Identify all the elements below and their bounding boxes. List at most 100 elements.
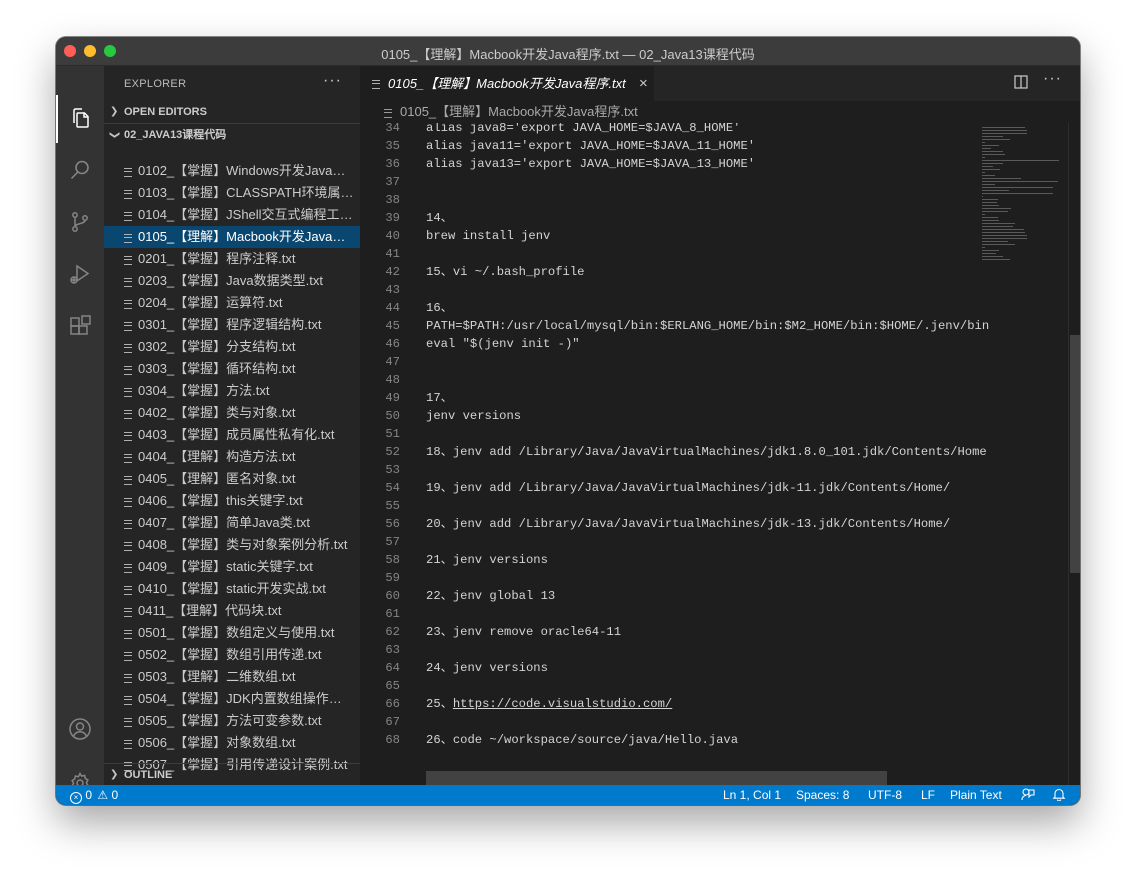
breadcrumb[interactable]: 0105_【理解】Macbook开发Java程序.txt xyxy=(360,101,1080,123)
split-editor-icon[interactable] xyxy=(1014,75,1028,89)
code-line: 68 26、code ~/workspace/source/java/Hello.… xyxy=(360,731,980,749)
code-line: 64 24、jenv versions xyxy=(360,659,980,677)
file-item[interactable]: 0304_【掌握】方法.txt xyxy=(104,380,360,402)
file-item[interactable]: 0405_【理解】匿名对象.txt xyxy=(104,468,360,490)
file-item[interactable]: 0506_【掌握】对象数组.txt xyxy=(104,732,360,754)
line-number: 43 xyxy=(385,283,400,297)
minimap[interactable] xyxy=(980,123,1068,273)
file-item[interactable]: 0102_【掌握】Windows开发Java程序.txt xyxy=(104,160,360,182)
indentation[interactable]: Spaces: 8 xyxy=(796,785,849,805)
file-item[interactable]: 0409_【掌握】static关键字.txt xyxy=(104,556,360,578)
file-item[interactable]: 0503_【理解】二维数组.txt xyxy=(104,666,360,688)
vertical-scrollbar-thumb[interactable] xyxy=(1070,335,1080,573)
status-bar: × 0 ⚠ 0 Ln 1, Col 1 Spaces: 8 UTF-8 LF P… xyxy=(56,785,1080,805)
active-view-indicator xyxy=(56,95,58,143)
open-editors-section[interactable]: ❯ OPEN EDITORS xyxy=(104,101,360,123)
line-text: 17、 xyxy=(426,389,453,407)
language-mode[interactable]: Plain Text xyxy=(950,785,1002,805)
file-item[interactable]: 0103_【掌握】CLASSPATH环境属性.txt xyxy=(104,182,360,204)
line-content: 26、code ~/workspace/source/java/Hello.ja… xyxy=(426,733,739,747)
code-line: 37 xyxy=(360,173,980,191)
horizontal-scrollbar-thumb[interactable] xyxy=(426,771,887,785)
code-line: 44 16、 xyxy=(360,299,980,317)
sidebar-more-actions-icon[interactable]: ··· xyxy=(323,72,342,90)
extensions-icon[interactable] xyxy=(68,314,92,338)
search-icon[interactable] xyxy=(68,158,92,182)
file-item[interactable]: 0302_【掌握】分支结构.txt xyxy=(104,336,360,358)
file-item[interactable]: 0303_【掌握】循环结构.txt xyxy=(104,358,360,380)
folder-section[interactable]: ❯ 02_JAVA13课程代码 xyxy=(104,123,360,145)
file-item[interactable]: 0204_【掌握】运算符.txt xyxy=(104,292,360,314)
line-number: 61 xyxy=(385,607,400,621)
file-item[interactable]: 0504_【掌握】JDK内置数组操作方法.txt xyxy=(104,688,360,710)
file-item-label: 0408_【掌握】类与对象案例分析.txt xyxy=(138,537,348,552)
problems-indicator[interactable]: × 0 ⚠ 0 xyxy=(70,785,118,805)
file-item-label: 0201_【掌握】程序注释.txt xyxy=(138,251,296,266)
file-item[interactable]: 0105_【理解】Macbook开发Java程序.txt xyxy=(104,226,360,248)
code-line: 42 15、vi ~/.bash_profile xyxy=(360,263,980,281)
file-item-label: 0203_【掌握】Java数据类型.txt xyxy=(138,273,323,288)
line-number: 59 xyxy=(385,571,400,585)
file-item[interactable]: 0502_【掌握】数组引用传递.txt xyxy=(104,644,360,666)
line-number: 38 xyxy=(385,193,400,207)
outline-section[interactable]: ❯ OUTLINE xyxy=(104,763,360,785)
file-item[interactable]: 0201_【掌握】程序注释.txt xyxy=(104,248,360,270)
warning-icon: ⚠ xyxy=(97,788,109,802)
minimap-stroke xyxy=(982,175,995,176)
end-of-line[interactable]: LF xyxy=(921,785,935,805)
text-file-icon xyxy=(124,168,132,177)
file-item[interactable]: 0410_【掌握】static开发实战.txt xyxy=(104,578,360,600)
minimap-stroke xyxy=(982,190,1009,191)
minimap-stroke xyxy=(982,193,1053,194)
line-number: 54 xyxy=(385,481,400,495)
text-file-icon xyxy=(124,278,132,287)
code-line: 50 jenv versions xyxy=(360,407,980,425)
source-control-icon[interactable] xyxy=(68,210,92,234)
text-file-icon xyxy=(124,498,132,507)
minimap-stroke xyxy=(982,238,1027,239)
minimap-stroke xyxy=(982,133,1027,134)
minimap-stroke xyxy=(982,244,1015,245)
file-item[interactable]: 0505_【掌握】方法可变参数.txt xyxy=(104,710,360,732)
run-debug-icon[interactable] xyxy=(68,262,92,286)
file-item-label: 0104_【掌握】JShell交互式编程工具.txt xyxy=(138,207,354,222)
file-item[interactable]: 0404_【理解】构造方法.txt xyxy=(104,446,360,468)
minimap-stroke xyxy=(982,127,1025,128)
account-icon[interactable] xyxy=(68,717,92,741)
line-number: 39 xyxy=(385,211,400,225)
file-item[interactable]: 0104_【掌握】JShell交互式编程工具.txt xyxy=(104,204,360,226)
code-line: 34 alias java8='export JAVA_HOME=$JAVA_8_… xyxy=(360,123,980,137)
code-link[interactable]: https://code.visualstudio.com/ xyxy=(453,697,672,711)
file-item[interactable]: 0407_【掌握】简单Java类.txt xyxy=(104,512,360,534)
text-file-icon xyxy=(124,718,132,727)
text-file-icon xyxy=(124,454,132,463)
explorer-icon[interactable] xyxy=(68,106,92,130)
line-text: alias java11='export JAVA_HOME=$JAVA_11_… xyxy=(426,137,755,155)
minimap-stroke xyxy=(982,142,985,143)
encoding[interactable]: UTF-8 xyxy=(868,785,902,805)
code-line: 36 alias java13='export JAVA_HOME=$JAVA_1… xyxy=(360,155,980,173)
line-content: 17、 xyxy=(426,391,453,405)
notifications-bell-icon[interactable] xyxy=(1052,785,1066,805)
file-item[interactable]: 0411_【理解】代码块.txt xyxy=(104,600,360,622)
feedback-icon[interactable] xyxy=(1021,785,1035,805)
tab-close-icon[interactable]: × xyxy=(639,66,648,101)
line-number: 64 xyxy=(385,661,400,675)
file-item[interactable]: 0501_【掌握】数组定义与使用.txt xyxy=(104,622,360,644)
file-item[interactable]: 0403_【掌握】成员属性私有化.txt xyxy=(104,424,360,446)
file-item[interactable]: 0203_【掌握】Java数据类型.txt xyxy=(104,270,360,292)
line-content: 25、 xyxy=(426,697,453,711)
vertical-scrollbar[interactable] xyxy=(1068,123,1080,785)
editor-tab[interactable]: 0105_【理解】Macbook开发Java程序.txt × xyxy=(360,66,654,101)
file-item[interactable]: 0408_【掌握】类与对象案例分析.txt xyxy=(104,534,360,556)
title-bar: 0105_【理解】Macbook开发Java程序.txt — 02_Java13… xyxy=(56,37,1080,66)
file-item[interactable]: 0301_【掌握】程序逻辑结构.txt xyxy=(104,314,360,336)
file-item[interactable]: 0406_【掌握】this关键字.txt xyxy=(104,490,360,512)
breadcrumb-file[interactable]: 0105_【理解】Macbook开发Java程序.txt xyxy=(400,101,638,123)
code-line: 55 xyxy=(360,497,980,515)
more-actions-icon[interactable]: ··· xyxy=(1043,70,1062,88)
warning-count: 0 xyxy=(111,788,119,802)
file-item[interactable]: 0402_【掌握】类与对象.txt xyxy=(104,402,360,424)
code-editor[interactable]: 34 alias java8='export JAVA_HOME=$JAVA_8_… xyxy=(360,123,1080,785)
cursor-position[interactable]: Ln 1, Col 1 xyxy=(723,785,781,805)
